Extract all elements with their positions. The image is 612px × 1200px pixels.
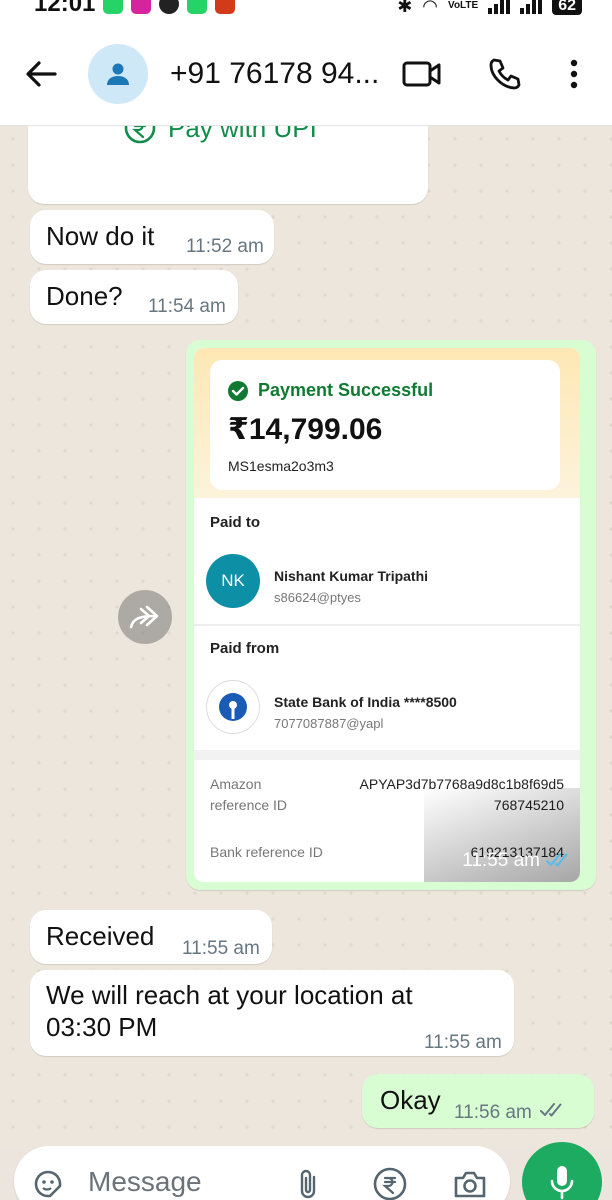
payment-status: Payment Successful xyxy=(258,380,434,400)
battery-level: 62 xyxy=(552,0,582,15)
instagram-notification-icon xyxy=(131,0,152,14)
voice-call-button[interactable] xyxy=(480,50,528,98)
sticker-icon xyxy=(34,1170,62,1198)
divider xyxy=(194,624,580,626)
paperclip-icon xyxy=(300,1169,316,1199)
bank-logo xyxy=(206,680,260,734)
message-input[interactable]: Message xyxy=(88,1166,202,1198)
payee-name: Nishant Kumar Tripathi xyxy=(274,568,429,584)
amazon-ref-label-line: reference ID xyxy=(210,797,288,813)
voice-message-button[interactable] xyxy=(522,1142,602,1200)
forward-icon xyxy=(129,605,159,629)
payment-header-panel: Payment Successful ₹14,799.06 MS1esma2o3… xyxy=(194,348,580,498)
chat-header: +91 76178 94... xyxy=(0,22,612,126)
paid-to-label: Paid to xyxy=(210,514,261,531)
camera-icon xyxy=(454,1171,486,1198)
message-time: 11:55 am xyxy=(462,850,540,871)
message-time: 11:52 am xyxy=(186,236,264,257)
whatsapp-notification-icon-2 xyxy=(187,0,208,14)
message-time: 11:55 am xyxy=(424,1032,502,1053)
message-text: Received xyxy=(46,921,155,951)
camera-button[interactable] xyxy=(450,1164,490,1200)
message-time: 11:56 am xyxy=(454,1102,532,1123)
status-bar: 12:01 ✱ ◠ VoLTE 62 xyxy=(0,0,612,22)
microphone-icon xyxy=(550,1166,574,1200)
payment-image-message[interactable]: Payment Successful ₹14,799.06 MS1esma2o3… xyxy=(186,340,596,890)
payee-avatar: NK xyxy=(206,554,260,608)
read-ticks-icon xyxy=(540,1103,562,1117)
more-options-button[interactable] xyxy=(550,50,598,98)
signal-icon xyxy=(488,0,511,14)
video-call-button[interactable] xyxy=(398,50,446,98)
read-ticks-icon xyxy=(546,853,568,867)
status-right: ✱ ◠ VoLTE 62 xyxy=(397,0,582,17)
payee-initials: NK xyxy=(221,571,245,590)
chat-area[interactable]: Pay with UPI Now do it 11:52 am Done? 11… xyxy=(0,126,612,1146)
message-text: We will reach at your location at xyxy=(46,980,413,1010)
more-vertical-icon xyxy=(570,59,578,89)
payer-upi-id: 7077087887@yapl xyxy=(274,716,384,731)
signal-icon-2 xyxy=(520,0,543,14)
phone-icon xyxy=(489,58,521,90)
message-incoming[interactable]: Received 11:55 am xyxy=(30,910,272,964)
volte-indicator: VoLTE xyxy=(448,0,479,11)
attach-button[interactable] xyxy=(288,1164,328,1200)
status-left: 12:01 xyxy=(34,0,236,18)
wifi-icon: ◠ xyxy=(422,0,439,16)
message-text: Now do it xyxy=(46,221,155,251)
forward-button[interactable] xyxy=(118,590,172,644)
transaction-id: MS1esma2o3m3 xyxy=(228,458,334,474)
check-circle-icon xyxy=(228,380,248,401)
paid-from-label: Paid from xyxy=(210,640,280,657)
upi-request-bubble: Pay with UPI xyxy=(28,126,428,204)
back-button[interactable] xyxy=(16,49,66,99)
sbi-logo-icon xyxy=(219,693,247,721)
message-input-container[interactable]: Message xyxy=(14,1146,510,1200)
pay-with-upi-button[interactable]: Pay with UPI xyxy=(124,126,317,144)
message-incoming[interactable]: Done? 11:54 am xyxy=(30,270,238,324)
message-text: Okay xyxy=(380,1085,441,1115)
payment-amount: ₹14,799.06 xyxy=(228,413,383,446)
app-notification-icon xyxy=(215,0,236,14)
message-text: Done? xyxy=(46,281,123,311)
rupee-circle-icon xyxy=(124,126,156,144)
back-arrow-icon xyxy=(26,60,57,87)
contact-name[interactable]: +91 76178 94... xyxy=(170,57,380,91)
rupee-circle-icon xyxy=(373,1167,407,1200)
message-time: 11:55 am xyxy=(182,938,260,959)
message-text: 03:30 PM xyxy=(46,1012,158,1042)
video-camera-icon xyxy=(402,61,441,87)
message-input-bar: Message xyxy=(0,1142,612,1200)
divider xyxy=(194,750,580,760)
payment-status-row: Payment Successful xyxy=(228,380,433,401)
bluetooth-icon: ✱ xyxy=(397,0,413,16)
bank-ref-label: Bank reference ID xyxy=(210,844,323,860)
message-incoming[interactable]: Now do it 11:52 am xyxy=(30,210,274,264)
payment-button[interactable] xyxy=(370,1164,410,1200)
payment-receipt-image: Payment Successful ₹14,799.06 MS1esma2o3… xyxy=(194,348,580,882)
emoji-sticker-button[interactable] xyxy=(28,1164,68,1200)
person-icon xyxy=(107,63,129,85)
payee-upi-id: s86624@ptyes xyxy=(274,590,361,605)
whatsapp-notification-icon xyxy=(103,0,124,14)
message-incoming[interactable]: We will reach at your location at 03:30 … xyxy=(30,970,514,1056)
amazon-ref-label: Amazon reference ID xyxy=(210,774,287,816)
message-time: 11:54 am xyxy=(148,296,226,317)
status-time: 12:01 xyxy=(34,0,96,17)
contact-avatar[interactable] xyxy=(88,43,148,104)
message-outgoing[interactable]: Okay 11:56 am xyxy=(362,1074,594,1128)
chat-notification-icon xyxy=(159,0,180,14)
payment-summary-card: Payment Successful ₹14,799.06 MS1esma2o3… xyxy=(210,360,560,490)
amazon-ref-label-line: Amazon xyxy=(210,776,262,792)
pay-with-upi-label: Pay with UPI xyxy=(168,126,317,143)
payer-bank: State Bank of India ****8500 xyxy=(274,694,457,710)
